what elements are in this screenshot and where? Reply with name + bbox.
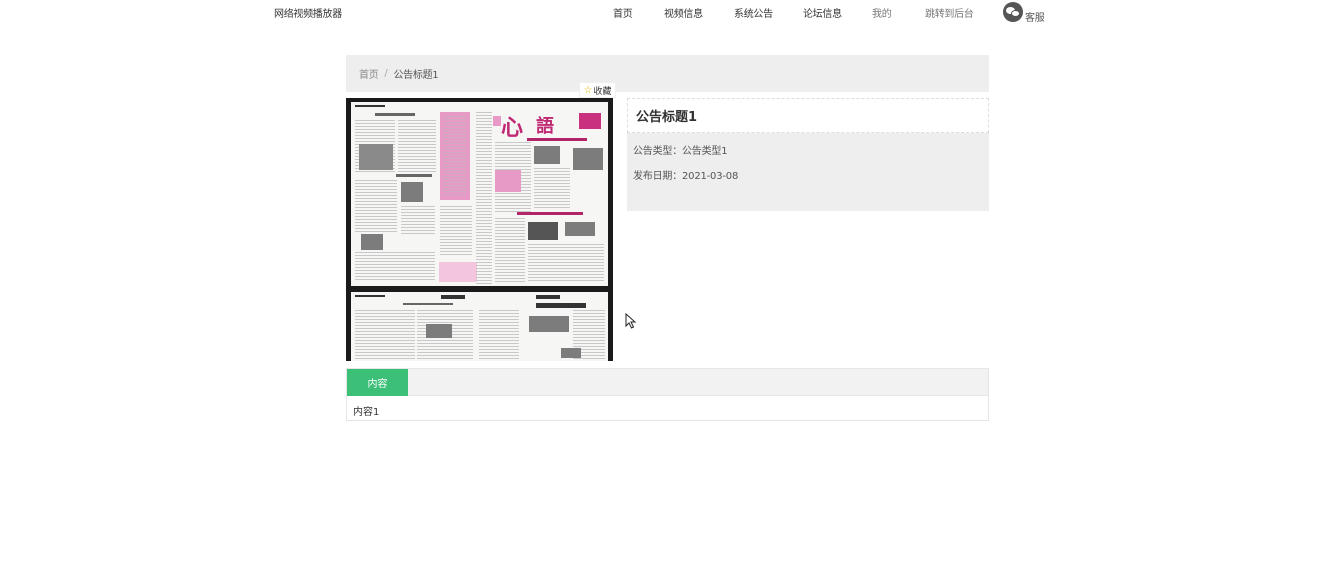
notice-image: 心 語 [346, 98, 613, 361]
nav-forum-info[interactable]: 论坛信息 [803, 5, 842, 20]
breadcrumb-separator: / [384, 68, 388, 79]
collect-button[interactable]: ☆ 收藏 [579, 82, 616, 98]
notice-title: 公告标题1 [636, 110, 698, 125]
tab-content[interactable]: 内容 [347, 369, 408, 396]
breadcrumb-home[interactable]: 首页 [359, 66, 379, 81]
nav-system-notice[interactable]: 系统公告 [734, 5, 773, 20]
top-navbar: 网络视频播放器 首页 视频信息 系统公告 论坛信息 我的 跳转到后台 客服 [0, 0, 1321, 30]
star-icon: ☆ [583, 84, 593, 96]
publish-date-row: 发布日期：2021-03-08 [633, 167, 738, 182]
title-box: 公告标题1 [627, 98, 989, 133]
newspaper-page-top: 心 語 [351, 102, 608, 286]
notice-type-row: 公告类型：公告类型1 [633, 142, 728, 157]
wechat-icon [1003, 2, 1023, 22]
breadcrumb: 首页 / 公告标题1 [346, 55, 989, 92]
content-tabs: 内容 内容1 [346, 368, 989, 421]
customer-service[interactable]: 客服 [1003, 2, 1045, 24]
breadcrumb-current: 公告标题1 [393, 70, 439, 81]
notice-info-panel: 公告标题1 公告类型：公告类型1 发布日期：2021-03-08 [627, 98, 989, 211]
customer-service-label: 客服 [1025, 13, 1045, 24]
nav-video-info[interactable]: 视频信息 [664, 5, 703, 20]
nav-mine[interactable]: 我的 [872, 5, 892, 20]
newspaper-page-bottom [351, 292, 608, 361]
nav-admin[interactable]: 跳转到后台 [925, 5, 974, 20]
notice-type-label: 公告类型： [633, 146, 682, 157]
nav-home[interactable]: 首页 [613, 5, 633, 20]
site-brand[interactable]: 网络视频播放器 [274, 5, 342, 20]
publish-date-label: 发布日期： [633, 171, 682, 182]
tab-content-body: 内容1 [353, 407, 380, 418]
tab-bar: 内容 [347, 369, 988, 396]
notice-type-value: 公告类型1 [682, 146, 728, 157]
collect-label: 收藏 [593, 86, 612, 97]
mouse-cursor-icon [625, 313, 637, 329]
publish-date-value: 2021-03-08 [682, 171, 739, 182]
